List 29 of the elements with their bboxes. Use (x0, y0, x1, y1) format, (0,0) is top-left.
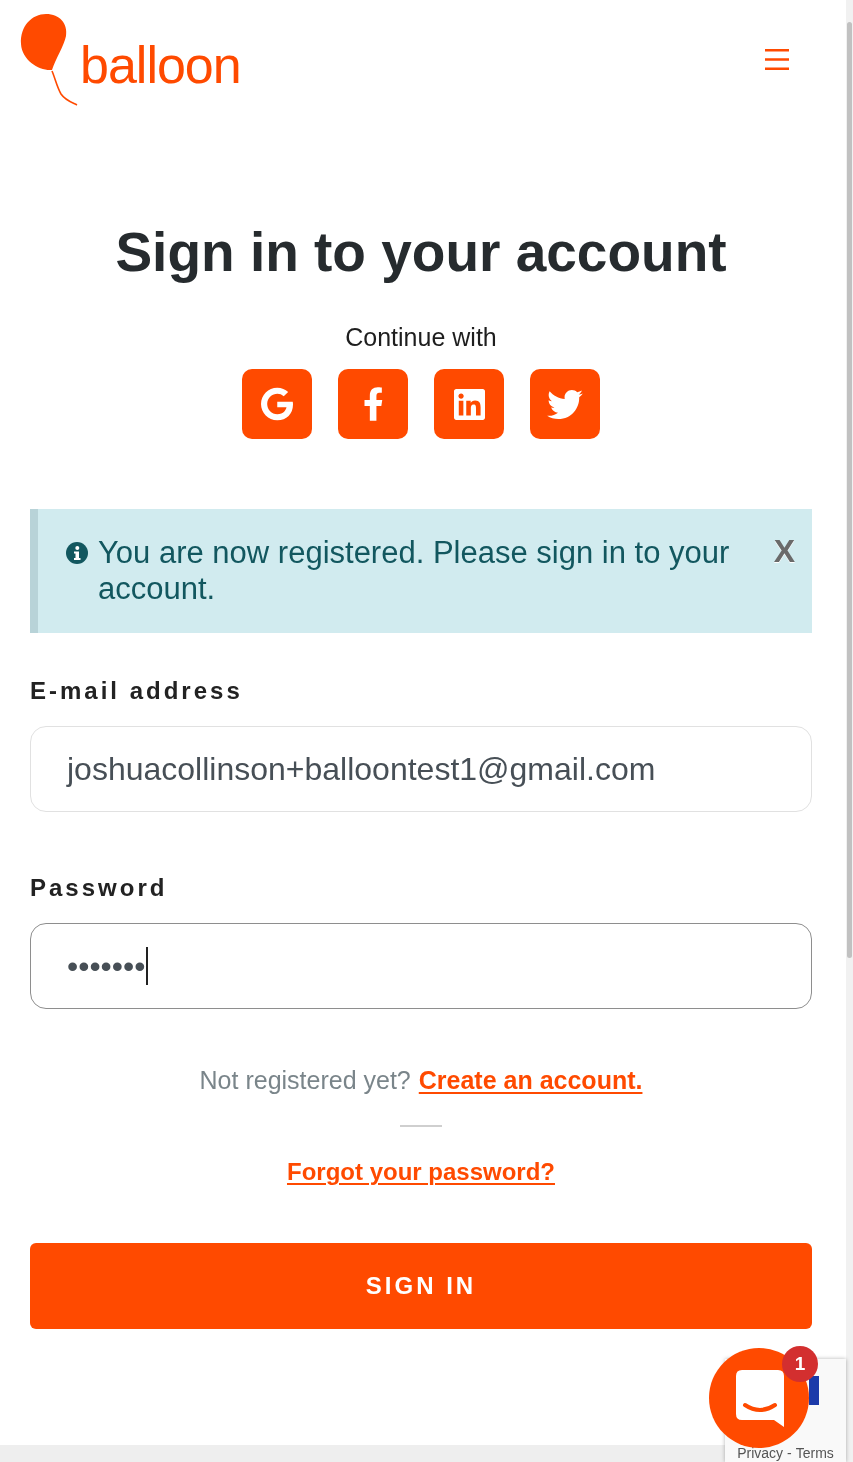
menu-icon[interactable] (765, 49, 789, 70)
twitter-button[interactable] (530, 369, 600, 439)
privacy-link[interactable]: Privacy (737, 1446, 784, 1460)
alert-message: You are now registered. Please sign in to your account. (98, 535, 731, 607)
twitter-bird-icon (547, 389, 583, 419)
close-button[interactable]: X (773, 535, 795, 567)
chat-bubble-icon (736, 1369, 784, 1427)
password-label: Password (30, 873, 168, 903)
continue-with-text: Continue with (345, 322, 497, 352)
password-field[interactable]: ••••••• (30, 923, 812, 1009)
logo-icon (809, 1376, 819, 1405)
scrollbar-thumb[interactable] (847, 22, 852, 958)
terms-link[interactable]: Terms (795, 1446, 834, 1460)
google-icon (261, 387, 293, 421)
balloon-icon (20, 14, 78, 106)
google-button[interactable] (242, 369, 312, 439)
info-icon (66, 542, 88, 564)
register-prompt: Not registered yet? (199, 1065, 411, 1095)
facebook-button[interactable] (338, 369, 408, 439)
scrollbar[interactable] (846, 0, 853, 1462)
page-title: Sign in to your account (115, 220, 727, 284)
notification-badge: 1 (782, 1346, 818, 1382)
facebook-icon (362, 387, 384, 421)
link-separator: - (787, 1446, 792, 1460)
email-field[interactable]: joshuacollinson+balloontest1@gmail.com (30, 726, 812, 812)
email-label: E-mail address (30, 676, 243, 706)
linkedin-icon (453, 388, 485, 420)
linkedin-button[interactable] (434, 369, 504, 439)
logo-text: balloon (80, 39, 241, 91)
